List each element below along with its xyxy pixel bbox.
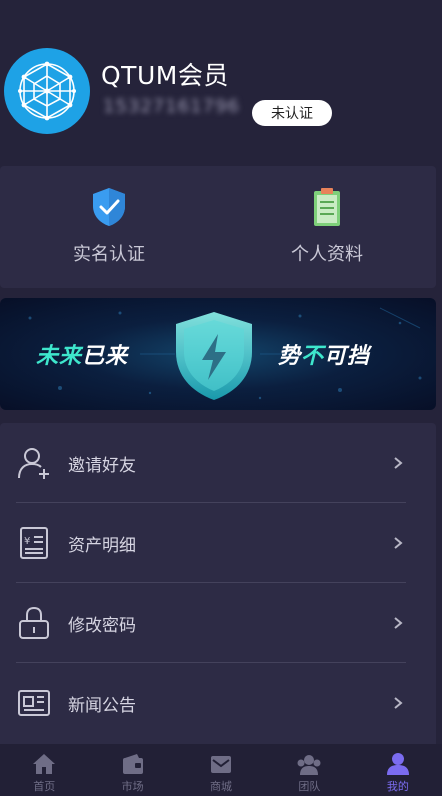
menu-item-label: 资产明细: [68, 535, 136, 556]
menu-item-label: 新闻公告: [68, 695, 136, 716]
phone-number: 15327161796: [103, 96, 240, 117]
app-screen: QTUM会员 15327161796 未认证 实名认证 个人资料 未来已来 势不…: [0, 0, 442, 796]
quick-action-profile[interactable]: 个人资料: [218, 166, 436, 288]
chevron-right-icon: [394, 457, 403, 469]
tab-mine[interactable]: 我的: [354, 744, 442, 796]
chevron-right-icon: [394, 537, 403, 549]
avatar[interactable]: [4, 48, 90, 134]
quick-action-label: 个人资料: [291, 244, 363, 265]
quick-action-real-name[interactable]: 实名认证: [0, 166, 218, 288]
home-icon: [33, 754, 56, 774]
username: QTUM会员: [101, 61, 229, 90]
clipboard-icon: [314, 188, 340, 226]
menu-item-asset-details[interactable]: ¥ 资产明细: [0, 503, 436, 583]
add-user-icon: [18, 448, 49, 479]
lock-icon: [19, 606, 49, 639]
news-icon: [18, 690, 50, 716]
tab-label: 我的: [386, 780, 409, 793]
user-icon: [386, 753, 409, 775]
tab-label: 商城: [210, 780, 233, 793]
settings-menu: 邀请好友 ¥ 资产明细 修改密码 新闻公告: [0, 423, 436, 753]
lightning-shield-icon: [176, 312, 252, 400]
tab-label: 团队: [298, 780, 321, 793]
banner-slogan-right: 势不可挡: [278, 344, 371, 369]
receipt-icon: ¥: [20, 527, 48, 559]
bottom-tab-bar: 首页 市场 商城 团队 我的: [0, 744, 442, 796]
tab-home[interactable]: 首页: [0, 744, 88, 796]
banner-slogan-left: 未来已来: [36, 344, 129, 369]
tab-label: 市场: [121, 780, 144, 793]
verification-badge[interactable]: 未认证: [252, 100, 332, 126]
wallet-icon: [122, 754, 143, 774]
tab-label: 首页: [33, 780, 56, 793]
menu-item-label: 邀请好友: [68, 455, 136, 476]
quick-action-label: 实名认证: [73, 244, 145, 265]
menu-item-change-password[interactable]: 修改密码: [0, 583, 436, 663]
tab-market[interactable]: 市场: [88, 744, 176, 796]
svg-text:¥: ¥: [24, 536, 30, 547]
qtum-logo-icon: [18, 61, 76, 121]
team-icon: [297, 755, 321, 775]
menu-item-label: 修改密码: [68, 615, 136, 636]
quick-actions: 实名认证 个人资料: [0, 166, 436, 288]
promo-banner[interactable]: 未来已来 势不可挡: [0, 298, 436, 410]
mail-icon: [211, 756, 232, 773]
shield-check-icon: [93, 188, 125, 226]
tab-mall[interactable]: 商城: [177, 744, 265, 796]
profile-header: QTUM会员 15327161796 未认证: [0, 0, 442, 160]
chevron-right-icon: [394, 697, 403, 709]
chevron-right-icon: [394, 617, 403, 629]
menu-item-news[interactable]: 新闻公告: [0, 663, 436, 743]
menu-item-invite-friends[interactable]: 邀请好友: [0, 423, 436, 503]
tab-team[interactable]: 团队: [265, 744, 353, 796]
